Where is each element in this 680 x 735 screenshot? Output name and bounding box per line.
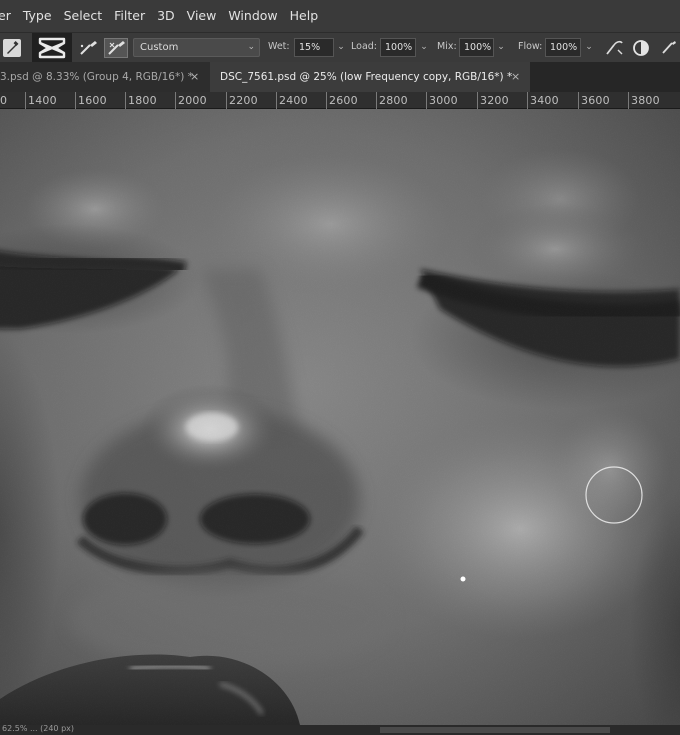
menu-layer[interactable]: er [0, 0, 17, 32]
ruler-tick [426, 92, 427, 109]
flow-field[interactable]: 100% [545, 38, 581, 57]
menu-select[interactable]: Select [58, 0, 109, 32]
ruler-label: 0 [0, 94, 8, 107]
ruler-label: 3600 [581, 94, 610, 107]
flow-label: Flow: [518, 41, 543, 52]
tab-label: 3.psd @ 8.33% (Group 4, RGB/16*) * [0, 71, 193, 83]
portrait-image [0, 109, 680, 725]
pressure-icon[interactable] [632, 39, 650, 60]
ruler-tick [477, 92, 478, 109]
ruler-label: 3000 [429, 94, 458, 107]
menu-type[interactable]: Type [17, 0, 58, 32]
ruler-label: 3400 [530, 94, 559, 107]
wet-label: Wet: [268, 41, 290, 52]
clean-brush-icon[interactable] [104, 38, 128, 58]
ruler-label: 1400 [28, 94, 57, 107]
menu-help[interactable]: Help [284, 0, 325, 32]
wet-field[interactable]: 15% [294, 38, 334, 57]
brush-icon[interactable] [78, 39, 100, 60]
ruler-label: 3200 [480, 94, 509, 107]
ruler-label: 2600 [329, 94, 358, 107]
mix-field[interactable]: 100% [459, 38, 494, 57]
specular-dot [460, 576, 466, 582]
horizontal-scrollbar[interactable] [380, 727, 610, 733]
ruler-tick [226, 92, 227, 109]
menu-view[interactable]: View [181, 0, 223, 32]
preset-value: Custom [140, 42, 179, 53]
ruler-tick [326, 92, 327, 109]
ruler-tick [75, 92, 76, 109]
status-text: 62.5% ... (240 px) [2, 724, 74, 733]
chevron-down-icon: ⌄ [247, 42, 255, 52]
sample-all-layers-icon[interactable] [603, 39, 625, 60]
document-canvas[interactable] [0, 109, 680, 725]
document-tab-bar: 3.psd @ 8.33% (Group 4, RGB/16*) * × DSC… [0, 62, 680, 92]
ruler-tick [25, 92, 26, 109]
tab-label: DSC_7561.psd @ 25% (low Frequency copy, … [220, 71, 513, 83]
mixer-brush-icon[interactable] [3, 39, 21, 57]
horizontal-ruler[interactable]: 0 1400 1600 1800 2000 2200 2400 2600 280… [0, 92, 680, 109]
ruler-tick [628, 92, 629, 109]
close-icon[interactable]: × [511, 62, 520, 92]
tab-document-1[interactable]: 3.psd @ 8.33% (Group 4, RGB/16*) * × [0, 62, 210, 92]
ruler-label: 1800 [128, 94, 157, 107]
ruler-tick [578, 92, 579, 109]
flow-chevron-icon[interactable]: ⌄ [582, 38, 596, 57]
menu-filter[interactable]: Filter [108, 0, 151, 32]
load-label: Load: [351, 41, 377, 52]
menu-bar: er Type Select Filter 3D View Window Hel… [0, 0, 680, 32]
capcut-logo-icon [32, 33, 72, 63]
wet-chevron-icon[interactable]: ⌄ [334, 38, 348, 57]
menu-3d[interactable]: 3D [151, 0, 181, 32]
ruler-label: 2000 [178, 94, 207, 107]
status-bar: 62.5% ... (240 px) [0, 724, 680, 735]
ruler-label: 2200 [229, 94, 258, 107]
tab-document-2[interactable]: DSC_7561.psd @ 25% (low Frequency copy, … [210, 62, 530, 92]
ruler-label: 3800 [631, 94, 660, 107]
menu-window[interactable]: Window [222, 0, 283, 32]
options-bar: Custom ⌄ Wet: 15% ⌄ Load: 100% ⌄ Mix: 10… [0, 32, 680, 63]
load-field[interactable]: 100% [380, 38, 416, 57]
close-icon[interactable]: × [190, 62, 199, 92]
ruler-tick [175, 92, 176, 109]
brush-preset-select[interactable]: Custom ⌄ [133, 38, 260, 57]
ruler-tick [125, 92, 126, 109]
ruler-tick [376, 92, 377, 109]
mix-label: Mix: [437, 41, 457, 52]
extra-tool-icon[interactable] [660, 39, 680, 60]
load-chevron-icon[interactable]: ⌄ [417, 38, 431, 57]
ruler-tick [276, 92, 277, 109]
ruler-label: 2800 [379, 94, 408, 107]
ruler-tick [527, 92, 528, 109]
ruler-label: 1600 [78, 94, 107, 107]
mix-chevron-icon[interactable]: ⌄ [494, 38, 508, 57]
ruler-label: 2400 [279, 94, 308, 107]
